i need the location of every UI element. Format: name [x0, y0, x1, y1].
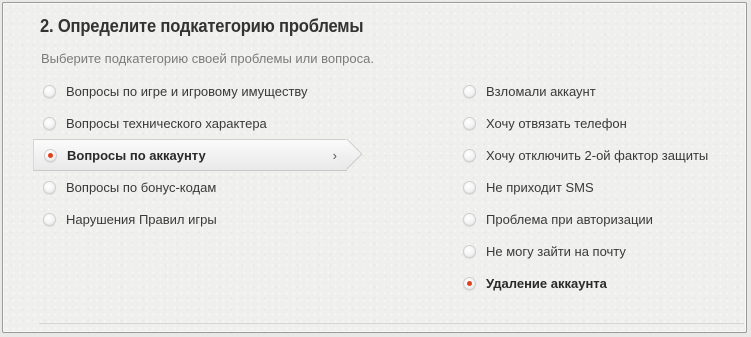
- chevron-right-icon: ›: [332, 148, 337, 163]
- subcategory-option[interactable]: Хочу отвязать телефон: [453, 107, 743, 139]
- divider: [39, 323, 744, 324]
- category-list: Вопросы по игре и игровому имуществу Воп…: [33, 75, 363, 235]
- radio-button[interactable]: [463, 116, 476, 130]
- category-option[interactable]: Нарушения Правил игры: [33, 203, 363, 235]
- category-option[interactable]: Вопросы по игре и игровому имуществу: [33, 75, 363, 107]
- subcategory-option[interactable]: Проблема при авторизации: [453, 203, 743, 235]
- subcategory-option-label: Взломали аккаунт: [486, 83, 596, 99]
- category-option-label: Вопросы по игре и игровому имуществу: [66, 83, 308, 99]
- subcategory-option[interactable]: Не приходит SMS: [453, 171, 743, 203]
- category-option-label: Вопросы по бонус-кодам: [66, 179, 217, 195]
- subcategory-option-label: Проблема при авторизации: [486, 211, 653, 227]
- radio-button-checked[interactable]: [44, 148, 57, 162]
- category-option-selected[interactable]: Вопросы по аккаунту ›: [33, 139, 347, 171]
- subcategory-option[interactable]: Хочу отключить 2-ой фактор защиты: [453, 139, 743, 171]
- category-option[interactable]: Вопросы технического характера: [33, 107, 363, 139]
- category-option-label: Нарушения Правил игры: [66, 211, 217, 227]
- section-title: 2. Определите подкатегорию проблемы: [40, 16, 364, 36]
- category-option-label: Вопросы по аккаунту: [67, 147, 206, 163]
- subcategory-option-label: Не приходит SMS: [486, 179, 594, 195]
- subcategory-option[interactable]: Не могу зайти на почту: [453, 235, 743, 267]
- category-option-label: Вопросы технического характера: [66, 115, 267, 131]
- radio-button[interactable]: [43, 84, 56, 98]
- subcategory-option-label: Удаление аккаунта: [486, 275, 607, 291]
- subcategory-list: Взломали аккаунт Хочу отвязать телефон Х…: [453, 75, 743, 299]
- category-option[interactable]: Вопросы по бонус-кодам: [33, 171, 363, 203]
- subcategory-option[interactable]: Взломали аккаунт: [453, 75, 743, 107]
- radio-button[interactable]: [463, 148, 476, 162]
- radio-button[interactable]: [463, 212, 476, 226]
- radio-button[interactable]: [463, 244, 476, 258]
- subcategory-option-label: Не могу зайти на почту: [486, 243, 626, 259]
- radio-button[interactable]: [463, 180, 476, 194]
- subcategory-option-label: Хочу отключить 2-ой фактор защиты: [486, 147, 709, 163]
- radio-button[interactable]: [43, 180, 56, 194]
- radio-button[interactable]: [43, 212, 56, 226]
- subcategory-option-selected[interactable]: Удаление аккаунта: [453, 267, 743, 299]
- radio-button[interactable]: [463, 84, 476, 98]
- radio-button-checked[interactable]: [463, 276, 476, 290]
- radio-button[interactable]: [43, 116, 56, 130]
- section-subtitle: Выберите подкатегорию своей проблемы или…: [41, 51, 374, 66]
- subcategory-panel: 2. Определите подкатегорию проблемы Выбе…: [2, 2, 747, 333]
- subcategory-option-label: Хочу отвязать телефон: [486, 115, 627, 131]
